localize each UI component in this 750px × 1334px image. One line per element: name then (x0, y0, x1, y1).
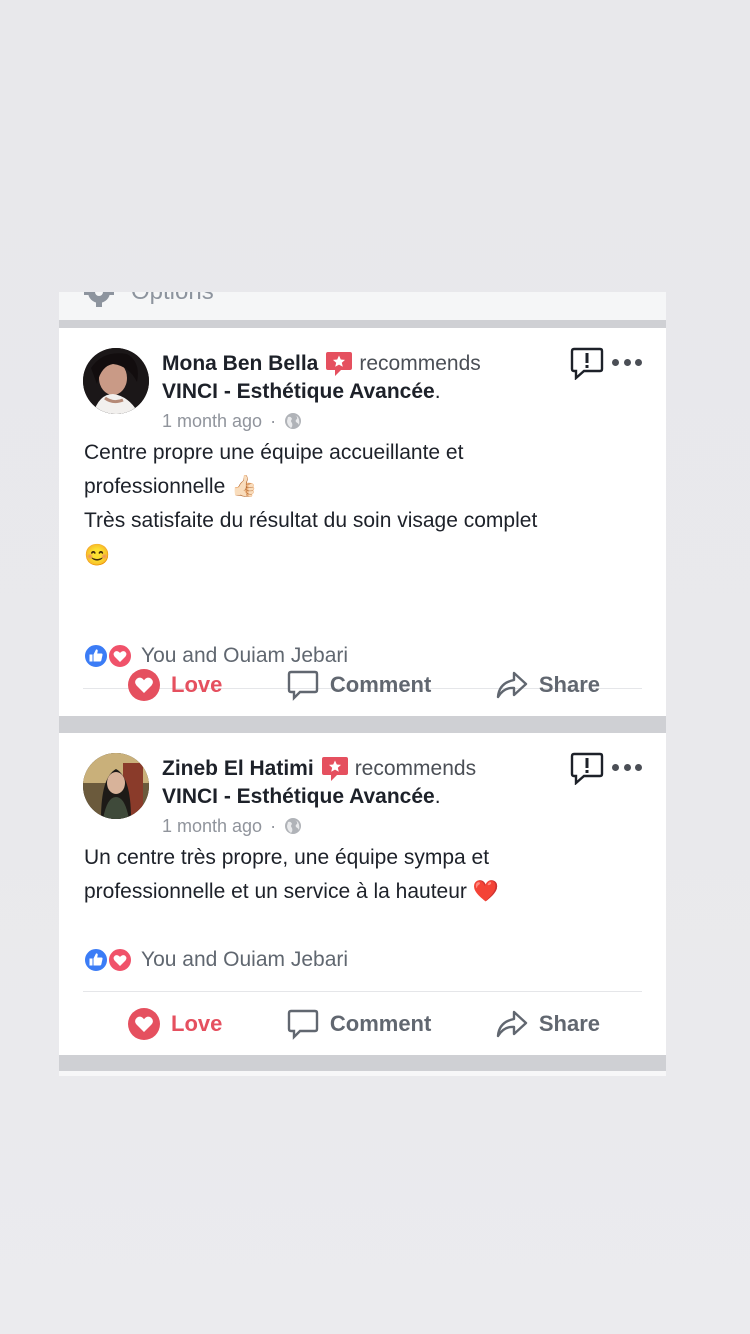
report-flag-icon[interactable] (570, 751, 604, 785)
comment-button[interactable]: Comment (286, 1007, 431, 1041)
share-button[interactable]: Share (495, 1007, 600, 1041)
heart-icon (128, 1008, 160, 1040)
review-text-line: professionnelle et un service à la haute… (84, 880, 467, 903)
love-button[interactable]: Love (127, 1007, 222, 1041)
comment-label: Comment (329, 1011, 432, 1036)
smile-emoji: 😊 (84, 543, 111, 567)
review-text-line: Centre propre une équipe accueillante et (84, 441, 464, 464)
review-text-line: Un centre très propre, une équipe sympa … (84, 846, 490, 869)
review-text: Centre propre une équipe accueillante et… (84, 436, 644, 573)
report-flag-icon[interactable] (570, 346, 604, 380)
love-button[interactable]: Love (127, 668, 222, 702)
meta-separator: · (270, 411, 277, 431)
post-timestamp[interactable]: 1 month ago (162, 409, 262, 433)
thumbs-up-emoji: 👍🏻 (231, 475, 258, 499)
avatar[interactable] (83, 753, 149, 819)
share-button[interactable]: Share (495, 668, 600, 702)
comment-label: Comment (329, 672, 432, 697)
recommends-verb: recommends (354, 757, 477, 780)
recommend-badge-icon (321, 757, 348, 781)
share-label: Share (538, 1011, 600, 1036)
avatar[interactable] (83, 348, 149, 414)
page-name-suffix: . (434, 785, 441, 808)
recommend-badge-icon (326, 352, 353, 376)
review-text: Un centre très propre, une équipe sympa … (84, 841, 644, 909)
review-card: Mona Ben Bella recommends VINCI - Esthét… (59, 328, 666, 716)
page-name-link[interactable]: VINCI - Esthétique Avancée (162, 785, 435, 808)
review-text-line: professionnelle (84, 475, 226, 498)
love-label: Love (171, 1011, 223, 1036)
recommends-verb: recommends (359, 352, 481, 375)
post-timestamp[interactable]: 1 month ago (162, 814, 262, 838)
panel-bottom-edge (59, 1071, 666, 1076)
meta-separator: · (270, 816, 277, 836)
comment-bubble-icon (287, 1009, 319, 1040)
gear-icon (84, 292, 114, 307)
love-label: Love (171, 672, 223, 697)
reactions-text: You and Ouiam Jebari (141, 948, 349, 971)
comment-button[interactable]: Comment (286, 668, 431, 702)
review-text-line: Très satisfaite du résultat du soin visa… (84, 509, 538, 533)
page-name-link[interactable]: VINCI - Esthétique Avancée (162, 380, 435, 403)
globe-icon (285, 413, 302, 429)
share-arrow-icon (496, 671, 528, 699)
share-label: Share (538, 672, 600, 697)
reactions-summary[interactable]: You and Ouiam Jebari (83, 945, 348, 975)
action-bar: Love Comment Share (83, 1004, 642, 1044)
globe-icon (285, 818, 302, 834)
like-reaction-icon (83, 947, 109, 973)
reviews-panel: Options Mona Ben Bella recommends VINCI … (59, 292, 666, 1076)
action-bar: Love Comment Share (83, 665, 642, 705)
share-arrow-icon (496, 1010, 528, 1038)
options-label: Options (131, 292, 214, 306)
heart-icon (128, 669, 160, 701)
comment-bubble-icon (287, 670, 319, 701)
more-options-icon[interactable] (612, 350, 642, 374)
divider (83, 991, 642, 992)
page-name-suffix: . (434, 380, 441, 403)
love-reaction-icon (107, 947, 133, 973)
more-options-icon[interactable] (612, 755, 642, 779)
author-name[interactable]: Zineb El Hatimi (162, 755, 314, 783)
heart-emoji: ❤️ (472, 880, 499, 904)
options-row-cut[interactable]: Options (59, 292, 666, 320)
author-name[interactable]: Mona Ben Bella (162, 350, 318, 378)
